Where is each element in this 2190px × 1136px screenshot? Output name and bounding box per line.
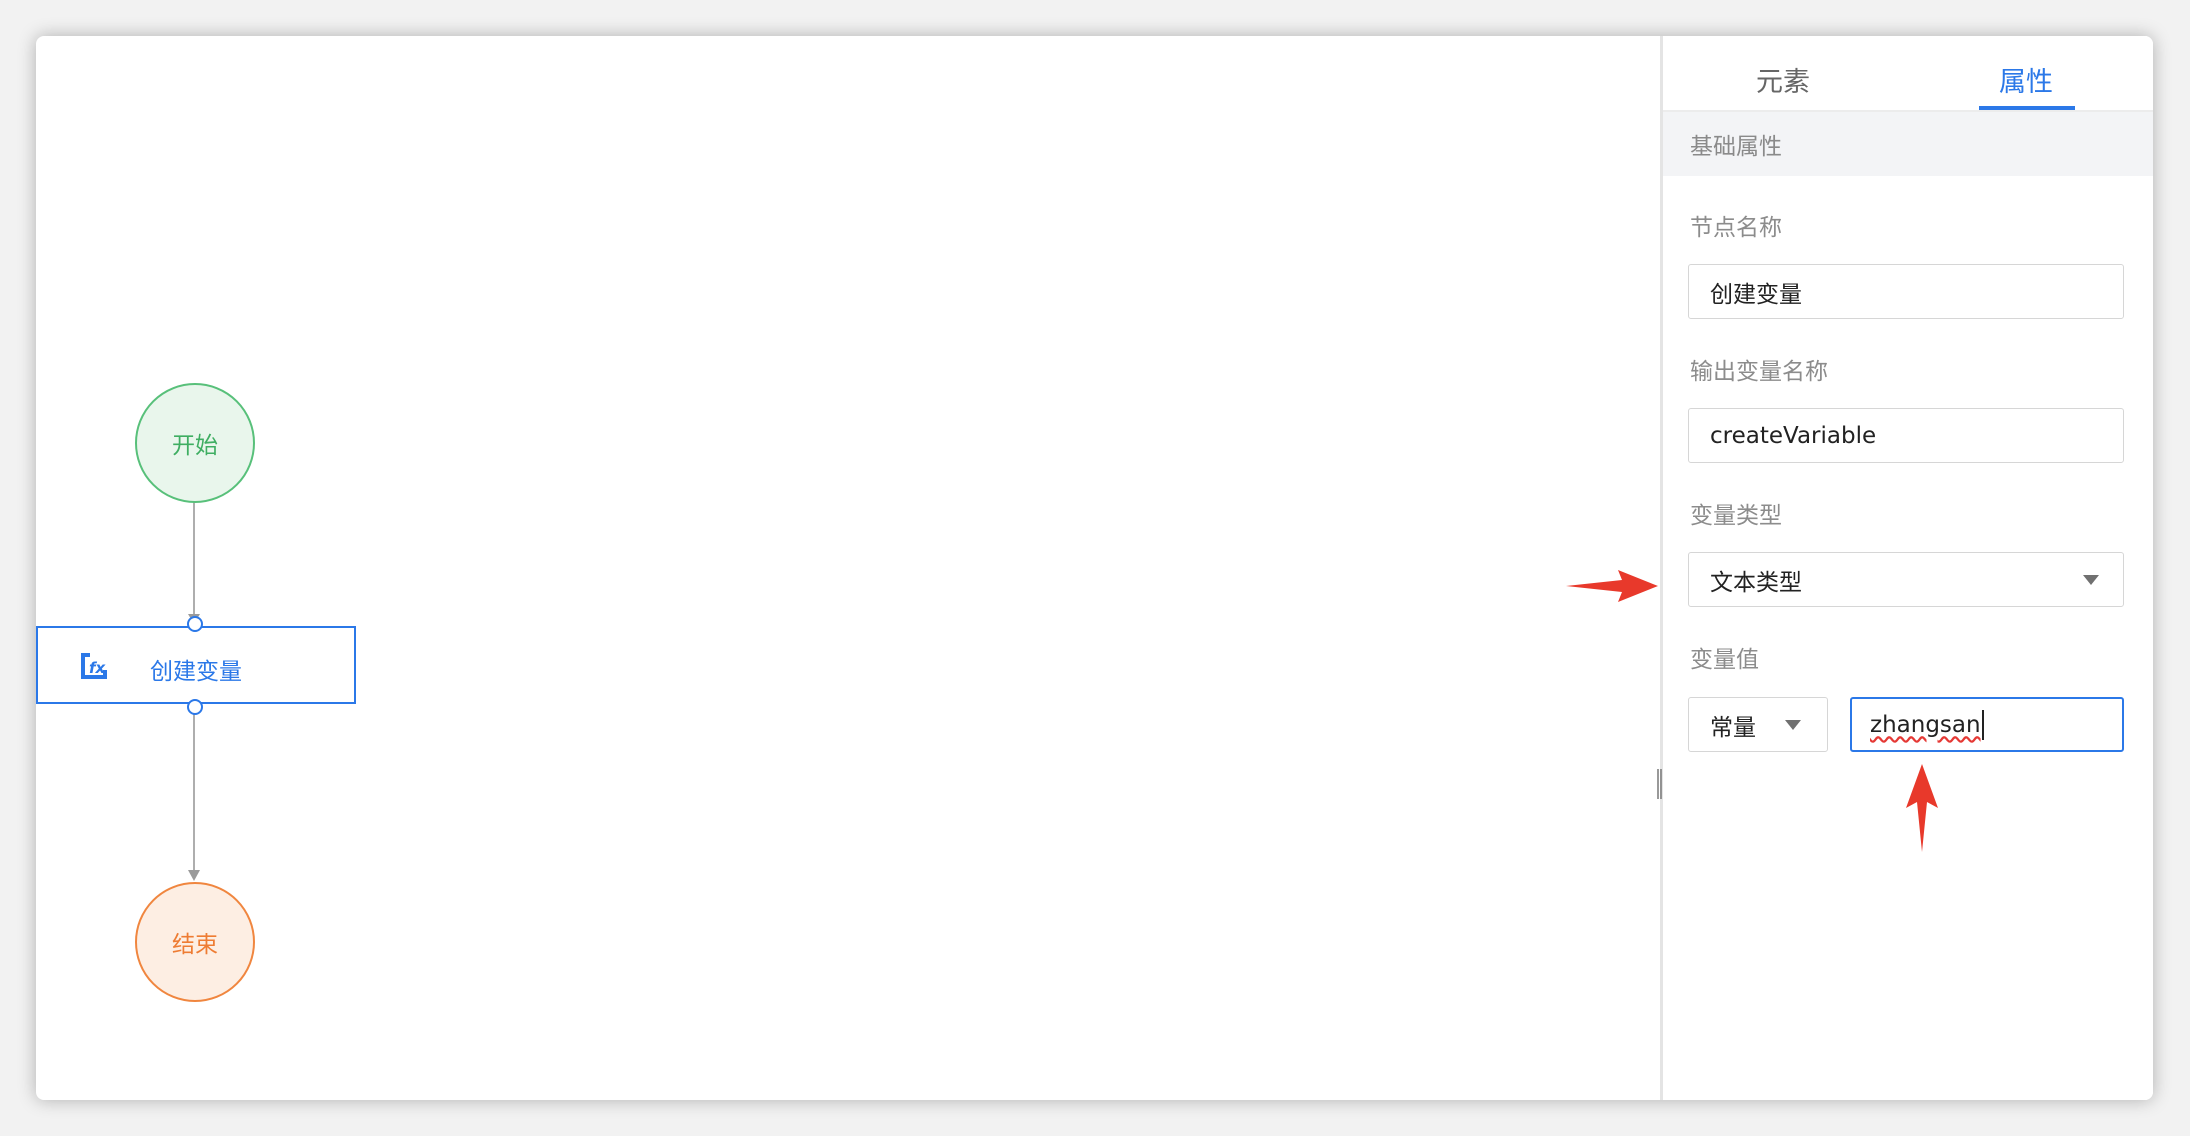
node-name-label: 节点名称 (1690, 215, 1782, 241)
start-node-label: 开始 (172, 433, 218, 459)
node-name-input[interactable]: 创建变量 (1688, 264, 2124, 319)
variable-type-value: 文本类型 (1710, 569, 1802, 596)
tab-properties[interactable]: 属性 (1999, 60, 2053, 99)
value-source-value: 常量 (1710, 714, 1756, 741)
flow-edges (188, 501, 200, 881)
panel-tabs: 元素 属性 (1663, 36, 2153, 112)
section-title: 基础属性 (1690, 134, 1782, 160)
variable-value-input[interactable]: zhangsan (1850, 697, 2124, 752)
variable-type-label: 变量类型 (1690, 503, 1782, 529)
variable-type-select[interactable]: 文本类型 (1688, 552, 2124, 607)
node-input-port[interactable] (187, 616, 203, 632)
flow-canvas[interactable]: 开始 fx 创建变量 结束 (36, 36, 1660, 1100)
node-name-value: 创建变量 (1710, 281, 1802, 308)
output-variable-label: 输出变量名称 (1690, 359, 1828, 385)
value-source-select[interactable]: 常量 (1688, 697, 1828, 752)
task-node-label: 创建变量 (150, 659, 242, 685)
annotation-arrow-up-icon (1906, 764, 1938, 852)
variable-value-label: 变量值 (1690, 647, 1759, 673)
properties-panel: 元素 属性 基础属性 节点名称 创建变量 输出变量名称 createVariab… (1663, 36, 2153, 1100)
annotation-arrow-right-icon (1566, 570, 1658, 602)
end-node[interactable]: 结束 (135, 882, 255, 1002)
fx-function-icon: fx (81, 653, 107, 679)
tab-elements[interactable]: 元素 (1756, 60, 1810, 99)
svg-text:fx: fx (89, 659, 107, 677)
end-node-label: 结束 (172, 932, 218, 958)
output-variable-value: createVariable (1710, 422, 1877, 449)
create-variable-node[interactable]: fx 创建变量 (36, 626, 356, 704)
variable-value-text: zhangsan (1870, 711, 1981, 738)
node-output-port[interactable] (187, 699, 203, 715)
workflow-editor-window: 开始 fx 创建变量 结束 元素 属性 基础属性 节点名称 创建变量 输出变量名… (36, 36, 2153, 1100)
caret-down-icon (1785, 720, 1801, 730)
text-cursor (1981, 709, 1984, 740)
edge-arrowhead-end (188, 870, 200, 881)
start-node[interactable]: 开始 (135, 383, 255, 503)
output-variable-input[interactable]: createVariable (1688, 408, 2124, 463)
caret-down-icon (2083, 575, 2099, 585)
section-basic-properties[interactable]: 基础属性 (1663, 112, 2153, 176)
active-tab-indicator (1979, 106, 2075, 110)
